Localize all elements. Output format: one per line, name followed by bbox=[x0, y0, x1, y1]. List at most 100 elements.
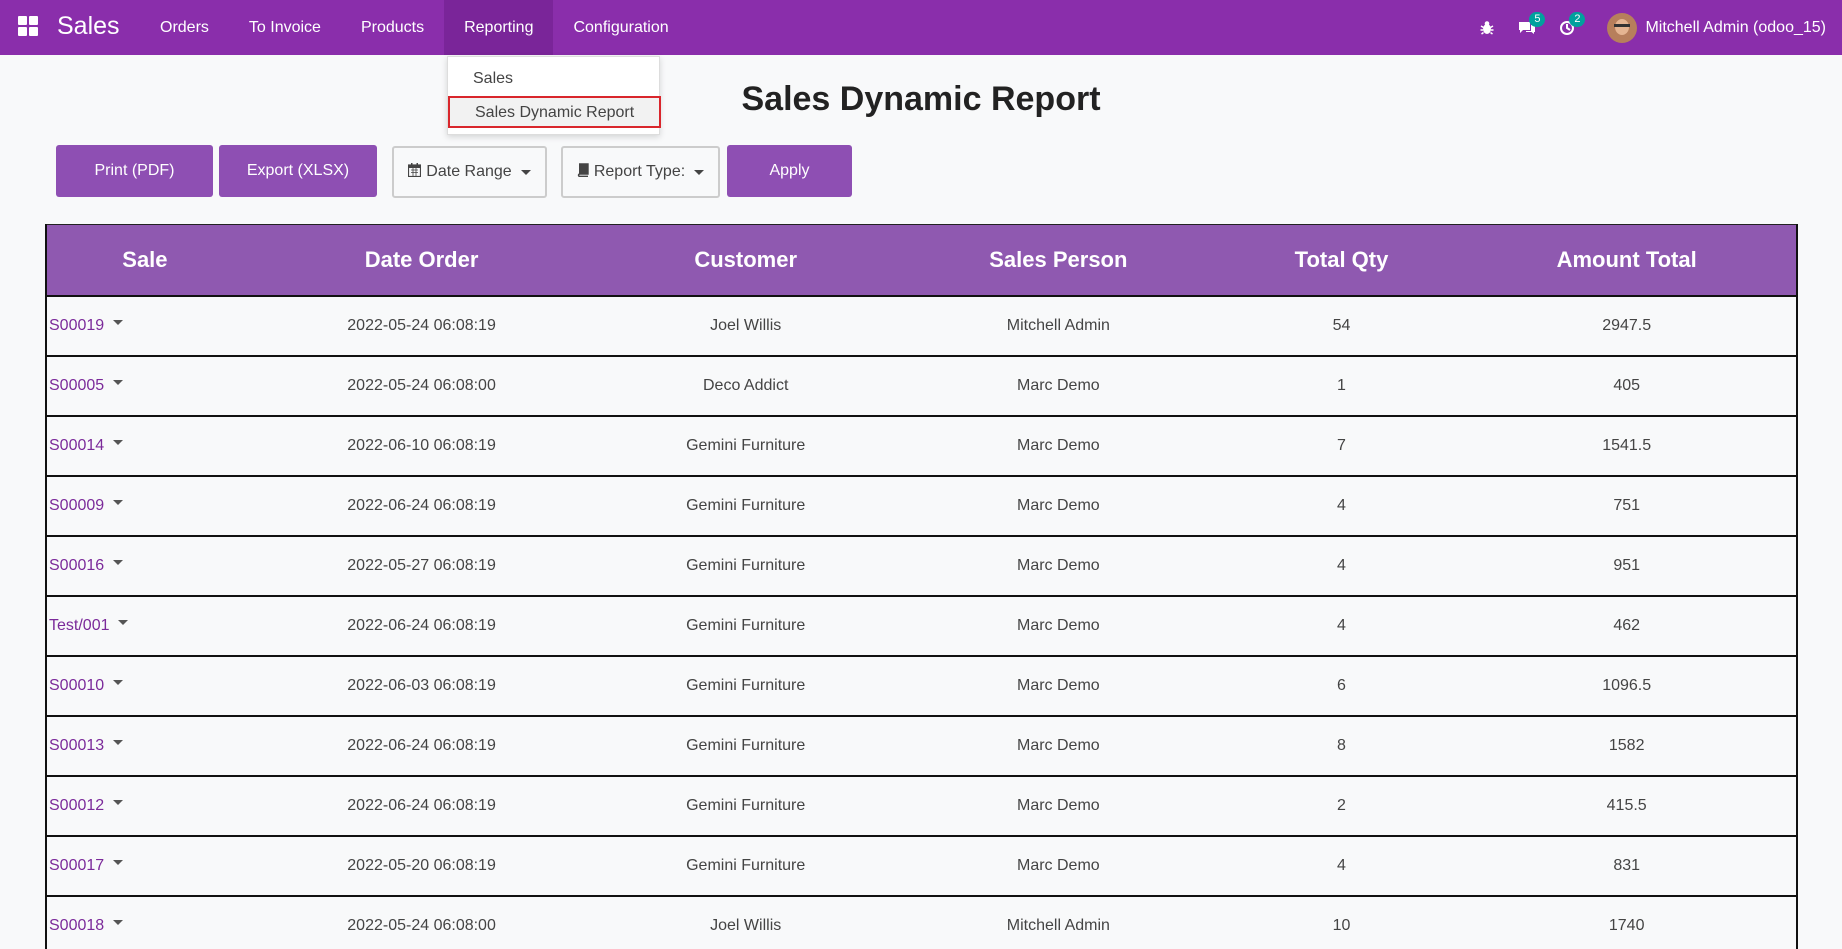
amount-total-cell: 1740 bbox=[1457, 894, 1798, 949]
date-order-cell: 2022-05-20 06:08:19 bbox=[242, 834, 601, 896]
sales-person-cell: Mitchell Admin bbox=[891, 894, 1226, 949]
total-qty-cell: 10 bbox=[1225, 894, 1458, 949]
sales-person-cell: Marc Demo bbox=[891, 834, 1226, 896]
amount-total-cell: 1096.5 bbox=[1457, 654, 1798, 716]
table-row: Test/001 2022-06-24 06:08:19 Gemini Furnit… bbox=[45, 594, 1798, 656]
customer-cell: Gemini Furniture bbox=[600, 714, 892, 776]
top-navbar: Sales Orders To Invoice Products Reporti… bbox=[0, 0, 1842, 55]
amount-total-cell: 2947.5 bbox=[1457, 294, 1798, 356]
table-row: S00016 2022-05-27 06:08:19 Gemini Furnitur… bbox=[45, 534, 1798, 596]
messages-icon[interactable]: 5 bbox=[1507, 0, 1547, 55]
chevron-down-icon bbox=[520, 169, 531, 175]
sale-order-link[interactable]: S00009 bbox=[49, 497, 104, 514]
customer-cell: Gemini Furniture bbox=[600, 534, 892, 596]
caret-down-icon[interactable] bbox=[113, 859, 124, 865]
book-icon bbox=[577, 162, 589, 182]
sale-cell: S00018 bbox=[45, 894, 243, 949]
activities-badge: 2 bbox=[1569, 12, 1586, 27]
caret-down-icon[interactable] bbox=[113, 739, 124, 745]
table-row: S00019 2022-05-24 06:08:19 Joel Willis Mitc… bbox=[45, 294, 1798, 356]
reporting-dropdown: Sales Sales Dynamic Report bbox=[447, 56, 661, 135]
sale-order-link[interactable]: S00012 bbox=[49, 797, 104, 814]
sales-report-table: Sale Date Order Customer Sales Person To… bbox=[45, 224, 1798, 949]
dropdown-item-sales-dynamic-report[interactable]: Sales Dynamic Report bbox=[448, 96, 661, 128]
total-qty-cell: 4 bbox=[1225, 594, 1458, 656]
date-order-cell: 2022-06-03 06:08:19 bbox=[242, 654, 601, 716]
amount-total-cell: 1582 bbox=[1457, 714, 1798, 776]
sales-person-cell: Marc Demo bbox=[891, 534, 1226, 596]
customer-cell: Gemini Furniture bbox=[600, 474, 892, 536]
sale-order-link[interactable]: S00019 bbox=[49, 317, 104, 334]
sale-order-link[interactable]: S00013 bbox=[49, 737, 104, 754]
sale-order-link[interactable]: S00016 bbox=[49, 557, 104, 574]
customer-cell: Gemini Furniture bbox=[600, 774, 892, 836]
column-header-sale: Sale bbox=[45, 224, 243, 296]
customer-cell: Gemini Furniture bbox=[600, 594, 892, 656]
total-qty-cell: 7 bbox=[1225, 414, 1458, 476]
dropdown-item-sales[interactable]: Sales bbox=[473, 70, 513, 88]
sale-order-link[interactable]: S00005 bbox=[49, 377, 104, 394]
sale-cell: S00009 bbox=[45, 474, 243, 536]
apps-menu-icon[interactable] bbox=[18, 16, 38, 36]
print-pdf-button[interactable]: Print (PDF) bbox=[56, 145, 213, 197]
amount-total-cell: 405 bbox=[1457, 354, 1798, 416]
date-order-cell: 2022-06-24 06:08:19 bbox=[242, 594, 601, 656]
menu-configuration[interactable]: Configuration bbox=[553, 0, 688, 55]
caret-down-icon[interactable] bbox=[118, 619, 129, 625]
sale-order-link[interactable]: Test/001 bbox=[49, 617, 109, 634]
date-order-cell: 2022-05-24 06:08:00 bbox=[242, 894, 601, 949]
date-order-cell: 2022-06-24 06:08:19 bbox=[242, 714, 601, 776]
debug-icon[interactable] bbox=[1467, 0, 1507, 55]
total-qty-cell: 8 bbox=[1225, 714, 1458, 776]
column-header-total-qty: Total Qty bbox=[1225, 224, 1458, 296]
customer-cell: Joel Willis bbox=[600, 894, 892, 949]
export-xlsx-button[interactable]: Export (XLSX) bbox=[219, 145, 377, 197]
sale-cell: S00014 bbox=[45, 414, 243, 476]
caret-down-icon[interactable] bbox=[113, 439, 124, 445]
column-header-customer: Customer bbox=[600, 224, 892, 296]
date-order-cell: 2022-05-24 06:08:00 bbox=[242, 354, 601, 416]
sale-cell: S00017 bbox=[45, 834, 243, 896]
user-menu[interactable]: Mitchell Admin (odoo_15) bbox=[1607, 12, 1826, 43]
menu-orders[interactable]: Orders bbox=[140, 0, 229, 55]
total-qty-cell: 54 bbox=[1225, 294, 1458, 356]
table-row: S00018 2022-05-24 06:08:00 Joel Willis Mitc… bbox=[45, 894, 1798, 949]
report-type-dropdown[interactable]: Report Type: bbox=[561, 146, 720, 198]
sale-order-link[interactable]: S00018 bbox=[49, 917, 104, 934]
sales-person-cell: Marc Demo bbox=[891, 774, 1226, 836]
main-menu: Orders To Invoice Products Reporting Con… bbox=[140, 0, 689, 55]
caret-down-icon[interactable] bbox=[113, 499, 124, 505]
date-range-dropdown[interactable]: Date Range bbox=[392, 146, 547, 198]
table-row: S00014 2022-06-10 06:08:19 Gemini Furnitur… bbox=[45, 414, 1798, 476]
sale-cell: S00013 bbox=[45, 714, 243, 776]
activities-icon[interactable]: 2 bbox=[1547, 0, 1587, 55]
apply-button[interactable]: Apply bbox=[727, 145, 852, 197]
sales-person-cell: Marc Demo bbox=[891, 414, 1226, 476]
amount-total-cell: 462 bbox=[1457, 594, 1798, 656]
menu-reporting[interactable]: Reporting bbox=[444, 0, 554, 55]
caret-down-icon[interactable] bbox=[113, 679, 124, 685]
sale-order-link[interactable]: S00010 bbox=[49, 677, 104, 694]
caret-down-icon[interactable] bbox=[113, 319, 124, 325]
caret-down-icon[interactable] bbox=[113, 559, 124, 565]
total-qty-cell: 6 bbox=[1225, 654, 1458, 716]
amount-total-cell: 751 bbox=[1457, 474, 1798, 536]
menu-to-invoice[interactable]: To Invoice bbox=[229, 0, 341, 55]
app-brand[interactable]: Sales bbox=[57, 12, 120, 41]
sale-order-link[interactable]: S00014 bbox=[49, 437, 104, 454]
caret-down-icon[interactable] bbox=[113, 799, 124, 805]
date-range-label: Date Range bbox=[426, 163, 512, 180]
caret-down-icon[interactable] bbox=[113, 379, 124, 385]
sale-order-link[interactable]: S00017 bbox=[49, 857, 104, 874]
sales-person-cell: Marc Demo bbox=[891, 354, 1226, 416]
total-qty-cell: 2 bbox=[1225, 774, 1458, 836]
menu-products[interactable]: Products bbox=[341, 0, 444, 55]
table-row: S00009 2022-06-24 06:08:19 Gemini Furnitur… bbox=[45, 474, 1798, 536]
table-row: S00017 2022-05-20 06:08:19 Gemini Furnitur… bbox=[45, 834, 1798, 896]
table-row: S00010 2022-06-03 06:08:19 Gemini Furnitur… bbox=[45, 654, 1798, 716]
caret-down-icon[interactable] bbox=[113, 920, 124, 926]
customer-cell: Gemini Furniture bbox=[600, 654, 892, 716]
sale-cell: S00005 bbox=[45, 354, 243, 416]
sales-person-cell: Marc Demo bbox=[891, 474, 1226, 536]
amount-total-cell: 831 bbox=[1457, 834, 1798, 896]
